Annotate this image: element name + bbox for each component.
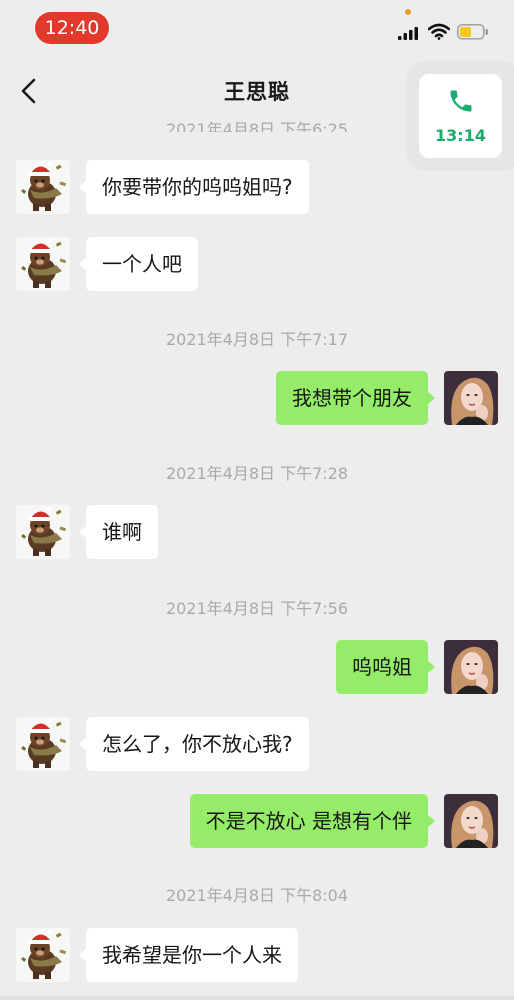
bear-avatar-icon [16, 928, 70, 982]
timestamp: 2021年4月8日 下午7:28 [165, 464, 349, 483]
contact-avatar[interactable] [16, 237, 70, 291]
battery-icon [457, 24, 488, 40]
status-time[interactable]: 12:40 [35, 12, 109, 44]
incoming-message-bubble[interactable]: 一个人吧 [79, 237, 198, 291]
privacy-indicator-dot [405, 9, 411, 15]
outgoing-message-bubble[interactable]: 不是不放心 是想有个伴 [189, 794, 436, 848]
incoming-message-bubble[interactable]: 我希望是你一个人来 [79, 928, 298, 982]
timestamp: 2021年4月8日 下午8:04 [165, 886, 349, 905]
contact-avatar[interactable] [16, 505, 70, 559]
girl-avatar-icon [444, 371, 498, 425]
signal-icon [398, 27, 418, 40]
incoming-message-bubble[interactable]: 怎么了，你不放心我? [79, 717, 309, 771]
my-avatar[interactable] [444, 371, 498, 425]
wifi-icon [428, 23, 450, 40]
girl-avatar-icon [444, 794, 498, 848]
phone-icon [450, 90, 472, 112]
status-bar: 12:40 [0, 0, 514, 58]
bear-avatar-icon [16, 160, 70, 214]
outgoing-message-bubble[interactable]: 呜呜姐 [336, 640, 435, 694]
bear-avatar-icon [16, 505, 70, 559]
my-avatar[interactable] [444, 794, 498, 848]
timestamp: 2021年4月8日 下午7:17 [165, 330, 349, 349]
girl-avatar-icon [444, 640, 498, 694]
call-widget[interactable]: 13:14 [408, 62, 514, 168]
bottom-edge [0, 996, 514, 1000]
contact-avatar[interactable] [16, 717, 70, 771]
contact-avatar[interactable] [16, 928, 70, 982]
outgoing-message-bubble[interactable]: 我想带个朋友 [276, 371, 435, 425]
contact-avatar[interactable] [16, 160, 70, 214]
call-duration: 13:14 [435, 126, 486, 145]
call-widget-card[interactable]: 13:14 [419, 74, 502, 158]
incoming-message-bubble[interactable]: 你要带你的呜呜姐吗? [79, 160, 309, 214]
my-avatar[interactable] [444, 640, 498, 694]
incoming-message-bubble[interactable]: 谁啊 [79, 505, 158, 559]
bear-avatar-icon [16, 717, 70, 771]
bear-avatar-icon [16, 237, 70, 291]
timestamp: 2021年4月8日 下午7:56 [165, 599, 349, 618]
